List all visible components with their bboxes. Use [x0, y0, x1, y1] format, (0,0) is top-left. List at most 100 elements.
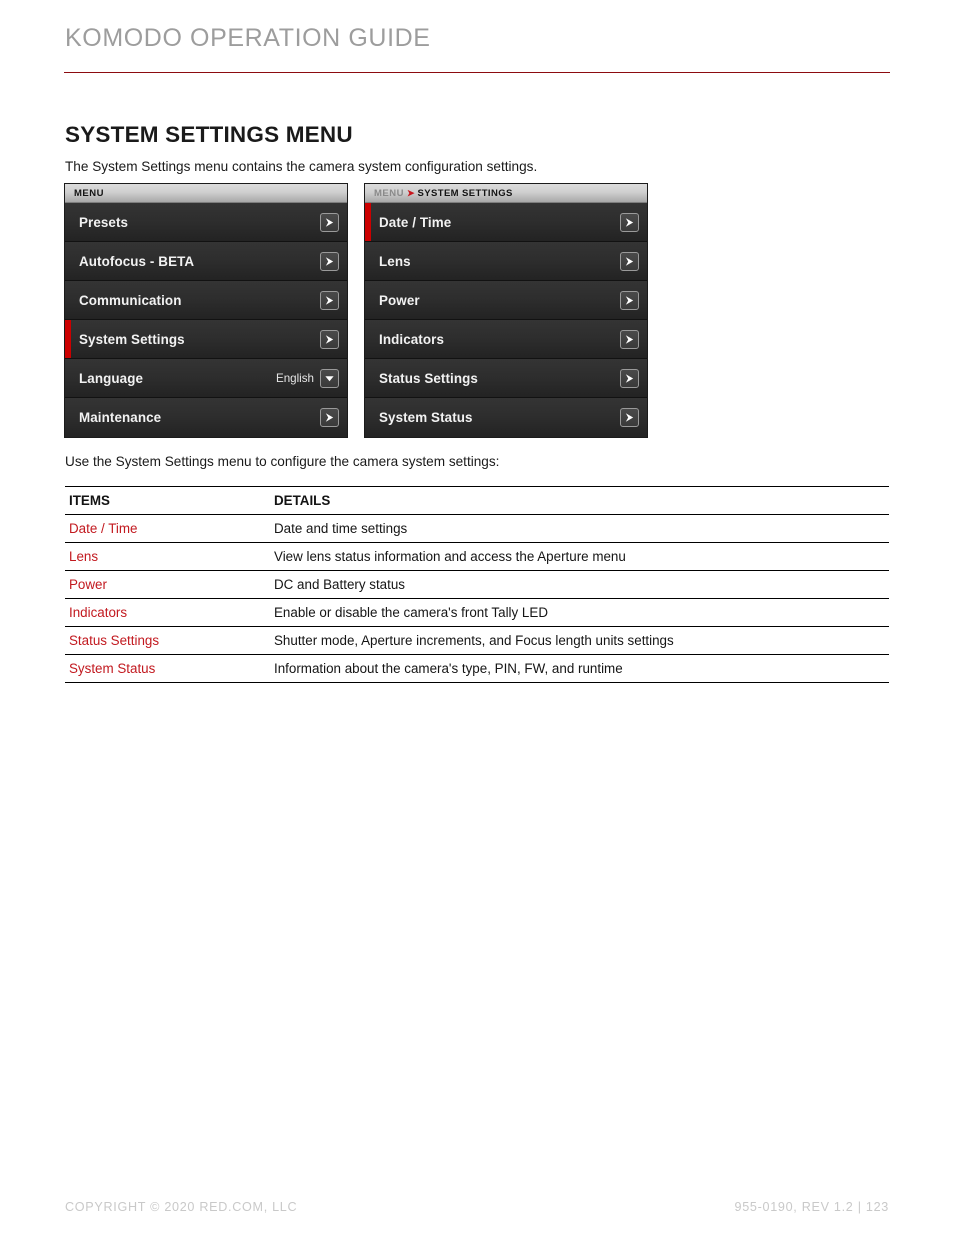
- arrow-right-icon[interactable]: [620, 329, 639, 349]
- item-name: Lens: [69, 548, 99, 564]
- menu-row-control-group: [620, 251, 647, 271]
- table-cell-item: Indicators: [65, 599, 270, 627]
- menu-row[interactable]: Communication: [65, 281, 347, 320]
- menu-panel-root-rows: Presets Autofocus - BETA Communication Syst…: [65, 203, 347, 437]
- item-detail: Date and time settings: [274, 520, 408, 536]
- menu-row-control-group: English: [275, 368, 347, 388]
- item-name: Power: [69, 576, 107, 592]
- menu-row[interactable]: Autofocus - BETA: [65, 242, 347, 281]
- table-cell-item: Status Settings: [65, 627, 270, 655]
- breadcrumb-leaf: SYSTEM SETTINGS: [417, 187, 513, 199]
- arrow-right-icon[interactable]: [320, 329, 339, 349]
- arrow-right-icon[interactable]: [620, 368, 639, 388]
- menu-row-control-group: [320, 251, 347, 271]
- menu-row-control-group: [320, 329, 347, 349]
- table-cell-item: Date / Time: [65, 515, 270, 543]
- menu-panel-root-titlebar: MENU: [65, 184, 347, 203]
- menu-row-control-group: [320, 212, 347, 232]
- menu-row[interactable]: Presets: [65, 203, 347, 242]
- breadcrumb-root: MENU: [74, 187, 104, 199]
- menu-row[interactable]: Lens: [365, 242, 647, 281]
- item-detail: Shutter mode, Aperture increments, and F…: [274, 632, 674, 648]
- menu-row[interactable]: Power: [365, 281, 647, 320]
- table-cell-item: Lens: [65, 543, 270, 571]
- menu-row[interactable]: System Settings: [65, 320, 347, 359]
- footer-document-meta: 955-0190, REV 1.2 | 123: [734, 1200, 889, 1214]
- menu-row-label: System Status: [379, 410, 473, 425]
- menu-row-control-group: [320, 408, 347, 427]
- item-detail: View lens status information and access …: [274, 548, 626, 564]
- item-name: System Status: [69, 660, 156, 676]
- menu-row-label: Indicators: [379, 331, 444, 347]
- menu-row-control-group: [620, 408, 647, 427]
- table-row: Lens View lens status information and acc…: [65, 543, 889, 571]
- table-cell-detail: Information about the camera's type, PIN…: [270, 655, 889, 683]
- arrow-right-icon[interactable]: [620, 290, 639, 310]
- menu-row-control-group: [620, 368, 647, 388]
- table-row: Date / Time Date and time settings: [65, 515, 889, 543]
- page-title: SYSTEM SETTINGS MENU: [65, 122, 353, 147]
- menu-row[interactable]: Language English: [65, 359, 347, 398]
- menu-row-label: Presets: [79, 214, 129, 230]
- arrow-right-icon[interactable]: [620, 408, 639, 427]
- item-detail: Enable or disable the camera's front Tal…: [274, 604, 548, 620]
- table-cell-detail: Shutter mode, Aperture increments, and F…: [270, 627, 889, 655]
- menu-row[interactable]: System Status: [365, 398, 647, 437]
- column-header-details: DETAILS: [274, 493, 331, 508]
- table-cell-item: System Status: [65, 655, 270, 683]
- arrow-right-icon[interactable]: [320, 251, 339, 271]
- item-name: Indicators: [69, 604, 128, 620]
- document-header-title: KOMODO OPERATION GUIDE: [65, 24, 431, 52]
- table-header-row: ITEMS DETAILS: [65, 486, 889, 515]
- menu-row-value: English: [275, 371, 314, 385]
- document-page: KOMODO OPERATION GUIDE SYSTEM SETTINGS M…: [0, 0, 954, 1235]
- menu-row-label: Date / Time: [379, 214, 452, 230]
- header-divider: [64, 72, 890, 74]
- item-detail: Information about the camera's type, PIN…: [274, 660, 623, 676]
- document-footer: COPYRIGHT © 2020 RED.COM, LLC 955-0190, …: [65, 1200, 889, 1214]
- item-detail: DC and Battery status: [274, 576, 405, 592]
- menu-row-control-group: [620, 290, 647, 310]
- menu-row[interactable]: Status Settings: [365, 359, 647, 398]
- menu-row-label: System Settings: [79, 331, 185, 347]
- menu-row-label: Maintenance: [79, 410, 162, 425]
- chevron-down-icon[interactable]: [320, 368, 339, 388]
- column-header-items: ITEMS: [69, 493, 110, 508]
- menu-row[interactable]: Date / Time: [365, 203, 647, 242]
- item-name: Date / Time: [69, 520, 138, 536]
- menu-panel-system-settings: MENU ➤ SYSTEM SETTINGS Date / Time Lens Po…: [365, 184, 647, 437]
- footer-copyright: COPYRIGHT © 2020 RED.COM, LLC: [65, 1200, 298, 1214]
- menu-row-label: Communication: [79, 292, 182, 308]
- table-head: ITEMS DETAILS: [65, 486, 889, 515]
- table-cell-detail: DC and Battery status: [270, 571, 889, 599]
- menu-panel-root: MENU Presets Autofocus - BETA Communicatio…: [65, 184, 347, 437]
- table-cell-detail: Enable or disable the camera's front Tal…: [270, 599, 889, 627]
- menu-row-label: Autofocus - BETA: [79, 253, 195, 269]
- table-body: Date / Time Date and time settings Lens Vie…: [65, 515, 889, 683]
- table-cell-detail: Date and time settings: [270, 515, 889, 543]
- menu-row-control-group: [620, 329, 647, 349]
- arrow-right-icon[interactable]: [320, 408, 339, 427]
- menu-row-control-group: [320, 290, 347, 310]
- arrow-right-icon[interactable]: [320, 290, 339, 310]
- breadcrumb-root: MENU: [374, 187, 404, 199]
- menu-row-control-group: [620, 212, 647, 232]
- menu-row-label: Status Settings: [379, 370, 478, 386]
- section-intro-text: The System Settings menu contains the ca…: [65, 159, 538, 174]
- table-intro-text: Use the System Settings menu to configur…: [65, 454, 500, 469]
- breadcrumb-separator-icon: ➤: [406, 187, 415, 198]
- menu-panel-system-settings-titlebar: MENU ➤ SYSTEM SETTINGS: [365, 184, 647, 203]
- table-row: Indicators Enable or disable the camera's…: [65, 599, 889, 627]
- menu-panel-system-settings-rows: Date / Time Lens Power Indicators Status Set…: [365, 203, 647, 437]
- table-row: System Status Information about the camer…: [65, 655, 889, 683]
- menu-row-label: Power: [379, 292, 420, 308]
- menu-row[interactable]: Indicators: [365, 320, 647, 359]
- arrow-right-icon[interactable]: [620, 251, 639, 271]
- document-header: KOMODO OPERATION GUIDE: [65, 24, 889, 53]
- menu-row[interactable]: Maintenance: [65, 398, 347, 437]
- settings-items-table: ITEMS DETAILS Date / Time Date and time s…: [65, 486, 889, 683]
- arrow-right-icon[interactable]: [620, 212, 639, 232]
- table-cell-detail: View lens status information and access …: [270, 543, 889, 571]
- menu-row-label: Language: [79, 370, 144, 386]
- arrow-right-icon[interactable]: [320, 212, 339, 232]
